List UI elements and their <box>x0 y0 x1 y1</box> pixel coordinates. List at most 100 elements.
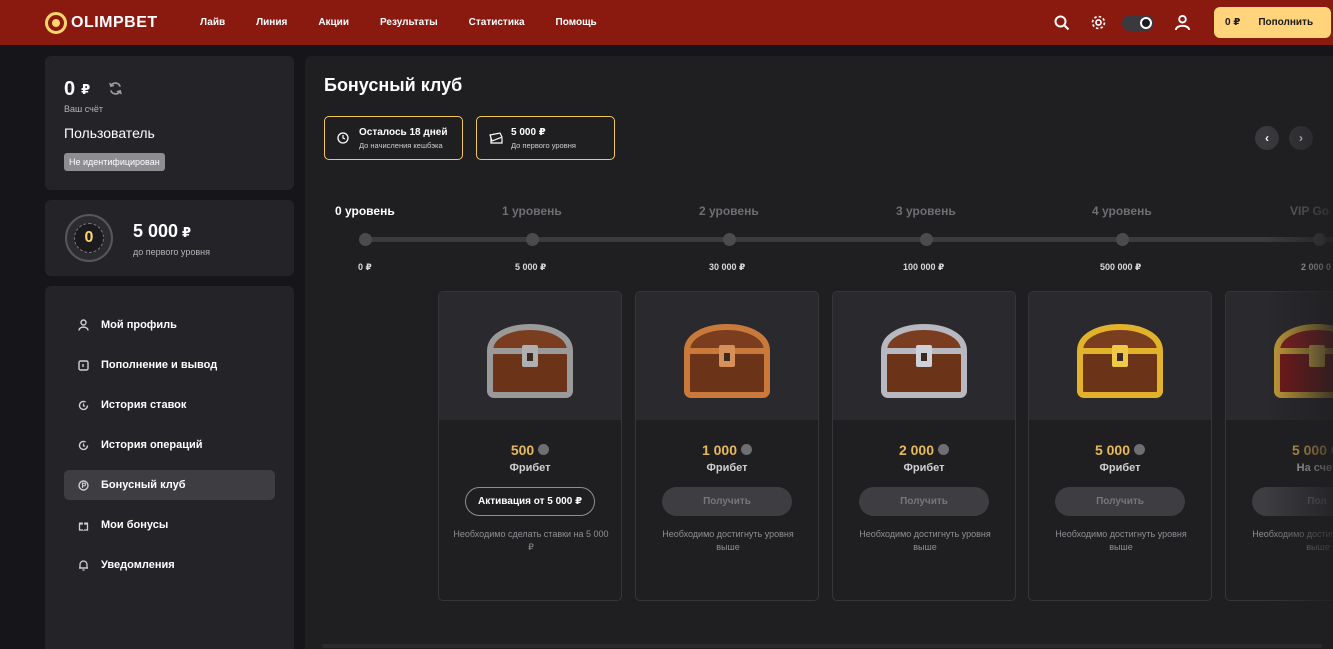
level-threshold: 2 000 0 <box>1301 262 1332 272</box>
level-amount: 5 000 ₽ <box>133 221 191 242</box>
chest-icon <box>1029 292 1211 420</box>
claim-button[interactable]: Получить <box>662 487 792 516</box>
claim-button[interactable]: Пол <box>1252 487 1333 516</box>
level-dot <box>359 233 372 246</box>
bonus-type: Фрибет <box>706 462 748 474</box>
balance-currency: ₽ <box>81 81 91 97</box>
header-balance: 0 ₽ <box>1225 17 1241 28</box>
level-medal-number: 0 <box>74 223 104 253</box>
level-name: 0 уровень <box>335 204 395 218</box>
level-name: VIP Go <box>1290 204 1330 218</box>
bonus-type: Фрибет <box>509 462 551 474</box>
bonus-amount: 1 000 <box>701 442 738 458</box>
claim-button[interactable]: Получить <box>859 487 989 516</box>
username: Пользователь <box>64 125 155 141</box>
history-icon <box>77 399 89 411</box>
nav-live[interactable]: Лайв <box>200 17 225 28</box>
search-icon[interactable] <box>1052 13 1072 33</box>
bonus-card: 500 Фрибет Активация от 5 000 ₽ Необходи… <box>438 291 622 601</box>
bonus-card: 1 000 Фрибет Получить Необходимо достигн… <box>635 291 819 601</box>
bonus-amount: 5 000 <box>1094 442 1131 458</box>
bonus-type: На счет <box>1296 462 1333 474</box>
level-amount-value: 5 000 <box>133 221 179 241</box>
bonus-card: 2 000 Фрибет Получить Необходимо достигн… <box>832 291 1016 601</box>
bonus-amount: 5 000 <box>1291 442 1328 458</box>
bonus-amount: 500 <box>510 442 535 458</box>
nav-help[interactable]: Помощь <box>556 17 597 28</box>
level-name: 1 уровень <box>502 204 562 218</box>
bell-icon <box>77 559 89 571</box>
chest-icon <box>439 292 621 420</box>
level-dot <box>723 233 736 246</box>
level-name: 4 уровень <box>1092 204 1152 218</box>
bonus-amount: 2 000 <box>898 442 935 458</box>
logo-icon <box>45 11 67 34</box>
prev-arrow-icon[interactable]: ‹ <box>1255 126 1279 150</box>
bonus-card: 5 000 На счет Пол Необходимо достигнуть … <box>1225 291 1333 601</box>
theme-toggle[interactable] <box>1122 14 1154 31</box>
activate-button[interactable]: Активация от 5 000 ₽ <box>465 487 595 516</box>
menu-item-label: Пополнение и вывод <box>101 359 218 371</box>
level-dot <box>526 233 539 246</box>
bonus-value: 1 000 <box>636 442 818 458</box>
ticket-icon <box>489 131 503 145</box>
menu-item-label: История операций <box>101 439 203 451</box>
chest-icon <box>833 292 1015 420</box>
nav-statistics[interactable]: Статистика <box>469 17 525 28</box>
claim-button[interactable]: Получить <box>1055 487 1185 516</box>
wallet-icon <box>77 359 89 371</box>
menu-item-bonus-club[interactable]: Бонусный клуб <box>64 470 275 500</box>
menu-item-label: Уведомления <box>101 559 175 571</box>
top-header: OLIMPBET Лайв Линия Акции Результаты Ста… <box>0 0 1333 45</box>
level-threshold: 500 000 ₽ <box>1100 262 1142 272</box>
next-arrow-icon[interactable]: › <box>1289 126 1313 150</box>
menu-item-label: Бонусный клуб <box>101 479 186 491</box>
menu-item-label: Мой профиль <box>101 319 177 331</box>
level-amount-label: до первого уровня <box>133 247 210 257</box>
bonus-value: 2 000 <box>833 442 1015 458</box>
chest-icon <box>1226 292 1333 420</box>
nav-line[interactable]: Линия <box>256 17 287 28</box>
level-threshold: 30 000 ₽ <box>709 262 746 272</box>
level-medal-icon: 0 <box>65 214 113 262</box>
menu-item-my-bonuses[interactable]: Мои бонусы <box>64 510 275 540</box>
refresh-icon[interactable] <box>108 81 123 101</box>
user-icon <box>77 319 89 331</box>
menu-item-bet-history[interactable]: История ставок <box>64 390 275 420</box>
next-level-pill: 5 000 ₽ До первого уровня <box>476 116 615 160</box>
bonus-note: Необходимо достигнуть уровня выше <box>662 529 794 552</box>
level-dot <box>1116 233 1129 246</box>
logo[interactable]: OLIMPBET <box>45 11 200 34</box>
level-threshold: 0 ₽ <box>358 262 372 272</box>
level-amount-currency: ₽ <box>182 225 192 240</box>
bonus-card: 5 000 Фрибет Получить Необходимо достигн… <box>1028 291 1212 601</box>
user-icon[interactable] <box>1172 13 1192 33</box>
bonus-club-panel: Бонусный клуб Осталось 18 дней До начисл… <box>305 56 1333 649</box>
bonus-note: Необходимо сделать ставки на 5 000 ₽ <box>453 529 609 552</box>
page-title: Бонусный клуб <box>324 75 463 95</box>
menu-item-operations-history[interactable]: История операций <box>64 430 275 460</box>
balance-label: Ваш счёт <box>64 104 103 114</box>
coin-icon <box>77 479 89 491</box>
level-name: 2 уровень <box>699 204 759 218</box>
history-icon <box>77 439 89 451</box>
menu-item-label: История ставок <box>101 399 187 411</box>
bonus-note: Необходимо достигнуть уровня выше <box>859 529 991 552</box>
nav-results[interactable]: Результаты <box>380 17 438 28</box>
account-balance: 0 ₽ <box>64 78 90 101</box>
menu-item-deposit-withdraw[interactable]: Пополнение и вывод <box>64 350 275 380</box>
coin-icon <box>538 444 550 455</box>
balance-value: 0 <box>64 78 76 100</box>
menu-item-profile[interactable]: Мой профиль <box>64 310 275 340</box>
level-card: 0 5 000 ₽ до первого уровня <box>45 200 294 276</box>
gear-icon[interactable] <box>1088 13 1108 33</box>
bonus-value: 500 <box>439 442 621 458</box>
topup-label: Пополнить <box>1258 17 1314 28</box>
topup-button[interactable]: 0 ₽ Пополнить <box>1214 7 1331 38</box>
bonus-note: Необходимо достигнуть уровня выше <box>1252 529 1333 552</box>
cashback-countdown-pill: Осталось 18 дней До начисления кешбэка <box>324 116 463 160</box>
nav-promotions[interactable]: Акции <box>318 17 349 28</box>
clock-icon <box>337 131 351 145</box>
bonus-type: Фрибет <box>903 462 945 474</box>
menu-item-notifications[interactable]: Уведомления <box>64 550 275 580</box>
